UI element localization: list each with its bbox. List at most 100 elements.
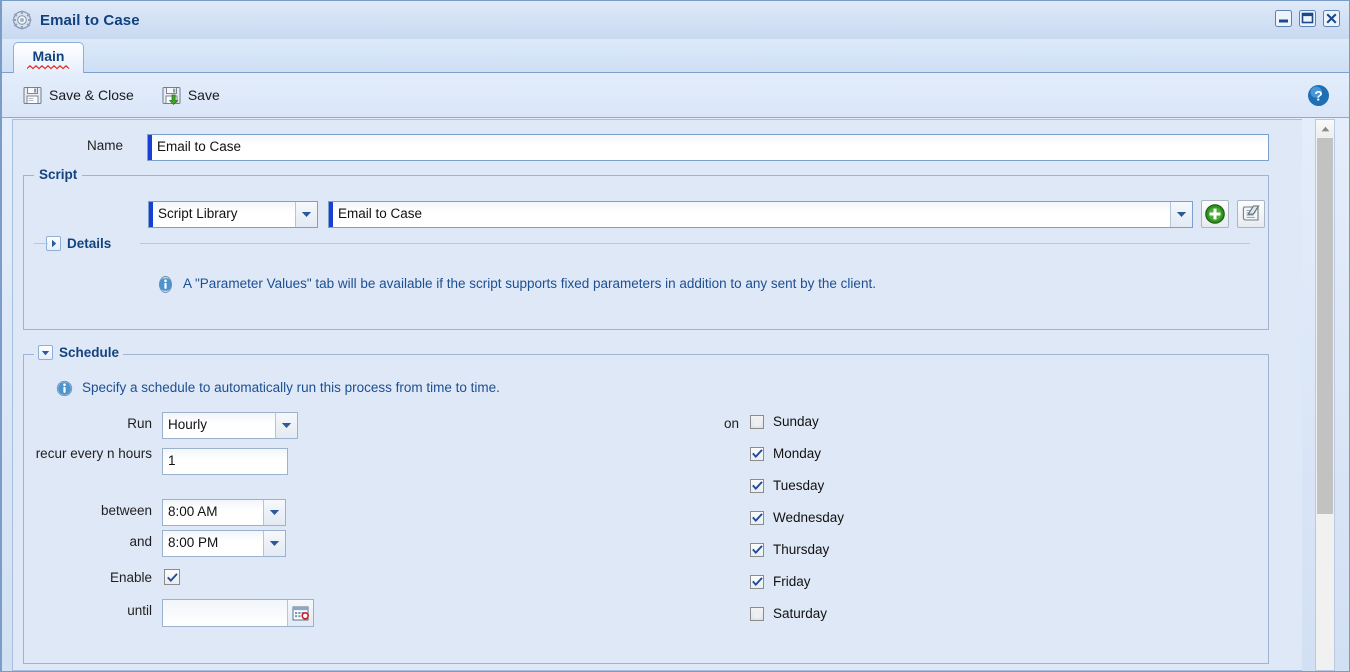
scroll-up-icon[interactable] [1316, 120, 1334, 137]
chevron-down-icon[interactable] [295, 202, 317, 227]
vertical-scrollbar[interactable] [1315, 119, 1335, 671]
script-group-title: Script [34, 167, 83, 182]
details-collapser[interactable]: Details [46, 236, 117, 251]
calendar-icon [292, 606, 309, 621]
email-to-case-window: Email to Case Main Save & Close Save ? N… [0, 0, 1350, 672]
day-checkbox-saturday[interactable] [750, 606, 764, 621]
toolbar: Save & Close Save ? [2, 73, 1349, 118]
schedule-info-row: Specify a schedule to automatically run … [56, 380, 500, 397]
script-info-row: A "Parameter Values" tab will be availab… [157, 276, 876, 293]
recur-hours-input[interactable]: 1 [162, 448, 288, 475]
save-and-close-button[interactable]: Save & Close [20, 84, 137, 107]
calendar-picker-button[interactable] [287, 600, 313, 626]
day-row: Monday [750, 446, 844, 461]
window-title: Email to Case [40, 11, 140, 29]
script-icon [1242, 205, 1260, 221]
title-bar: Email to Case [2, 1, 1349, 39]
until-date-input[interactable] [162, 599, 314, 627]
run-frequency-select[interactable]: Hourly [162, 412, 298, 439]
info-icon [56, 380, 73, 397]
tab-main-label: Main [32, 48, 65, 64]
chevron-down-icon[interactable] [275, 413, 297, 438]
form-content: Name Email to Case Script Script Library… [12, 119, 1302, 671]
enable-checkbox[interactable] [164, 569, 180, 585]
script-select[interactable]: Email to Case [328, 201, 1193, 228]
recur-label: recur every n hours [35, 446, 152, 461]
day-label: Wednesday [773, 510, 845, 525]
check-icon [751, 481, 763, 490]
details-rule-right [140, 243, 1250, 244]
chevron-down-icon[interactable] [263, 531, 285, 556]
save-label: Save [187, 87, 220, 103]
window-controls [1274, 9, 1341, 28]
day-checkbox-sunday[interactable] [750, 414, 764, 429]
details-label: Details [67, 236, 112, 251]
script-source-value: Script Library [158, 206, 238, 221]
add-script-button[interactable] [1201, 200, 1229, 228]
maximize-icon[interactable] [1298, 9, 1317, 28]
day-checkbox-tuesday[interactable] [750, 478, 764, 493]
save-and-close-label: Save & Close [49, 87, 134, 103]
chevron-right-icon[interactable] [46, 236, 61, 251]
day-label: Monday [773, 446, 822, 461]
chevron-down-icon[interactable] [263, 500, 285, 525]
floppy-disk-icon [23, 86, 42, 104]
day-checkbox-monday[interactable] [750, 446, 764, 461]
help-icon[interactable]: ? [1307, 84, 1330, 110]
add-icon [1205, 204, 1225, 224]
until-label: until [127, 603, 152, 618]
minimize-icon[interactable] [1274, 9, 1293, 28]
edit-script-button[interactable] [1237, 200, 1265, 228]
day-label: Saturday [773, 606, 828, 621]
day-checkbox-thursday[interactable] [750, 542, 764, 557]
day-row: Sunday [750, 414, 844, 429]
day-label: Sunday [773, 414, 819, 429]
run-label: Run [127, 416, 152, 431]
chevron-down-icon[interactable] [38, 345, 53, 360]
svg-text:?: ? [1314, 88, 1323, 104]
scrollbar-thumb[interactable] [1317, 138, 1333, 514]
spellcheck-squiggle-icon [26, 65, 69, 70]
day-row: Tuesday [750, 478, 844, 493]
schedule-group: Schedule Specify a schedule to automatic… [23, 345, 1269, 664]
day-label: Tuesday [773, 478, 825, 493]
tab-main[interactable]: Main [13, 42, 84, 73]
check-icon [751, 513, 763, 522]
save-button[interactable]: Save [159, 84, 223, 107]
tab-strip: Main [2, 39, 1349, 73]
script-info-text: A "Parameter Values" tab will be availab… [183, 276, 876, 291]
gear-icon [12, 10, 32, 30]
between-time-select[interactable]: 8:00 AM [162, 499, 286, 526]
day-row: Saturday [750, 606, 844, 621]
schedule-collapser[interactable]: Schedule [34, 345, 124, 360]
run-frequency-value: Hourly [168, 417, 208, 432]
day-label: Thursday [773, 542, 830, 557]
details-rule-left [34, 243, 48, 244]
close-icon[interactable] [1322, 9, 1341, 28]
and-time-value: 8:00 PM [168, 535, 219, 550]
day-label: Friday [773, 574, 811, 589]
day-row: Wednesday [750, 510, 844, 525]
schedule-label: Schedule [59, 345, 120, 360]
check-icon [751, 449, 763, 458]
script-group: Script Script Library Email to Case Deta… [23, 167, 1269, 330]
day-checkbox-friday[interactable] [750, 574, 764, 589]
info-icon [159, 276, 172, 293]
chevron-down-icon[interactable] [1170, 202, 1192, 227]
check-icon [751, 577, 763, 586]
check-icon [166, 572, 178, 582]
day-row: Thursday [750, 542, 844, 557]
between-time-value: 8:00 AM [168, 504, 218, 519]
floppy-disk-save-icon [162, 86, 181, 105]
until-date-value [163, 600, 287, 626]
name-label: Name [86, 138, 123, 153]
script-source-select[interactable]: Script Library [148, 201, 318, 228]
check-icon [751, 545, 763, 554]
day-row: Friday [750, 574, 844, 589]
schedule-info-text: Specify a schedule to automatically run … [82, 380, 500, 395]
name-input[interactable]: Email to Case [147, 134, 1269, 161]
days-of-week-list: Sunday Monday Tuesday Wednesday Thursday Frid… [750, 414, 844, 638]
day-checkbox-wednesday[interactable] [750, 510, 764, 525]
script-select-value: Email to Case [338, 206, 423, 221]
and-time-select[interactable]: 8:00 PM [162, 530, 286, 557]
